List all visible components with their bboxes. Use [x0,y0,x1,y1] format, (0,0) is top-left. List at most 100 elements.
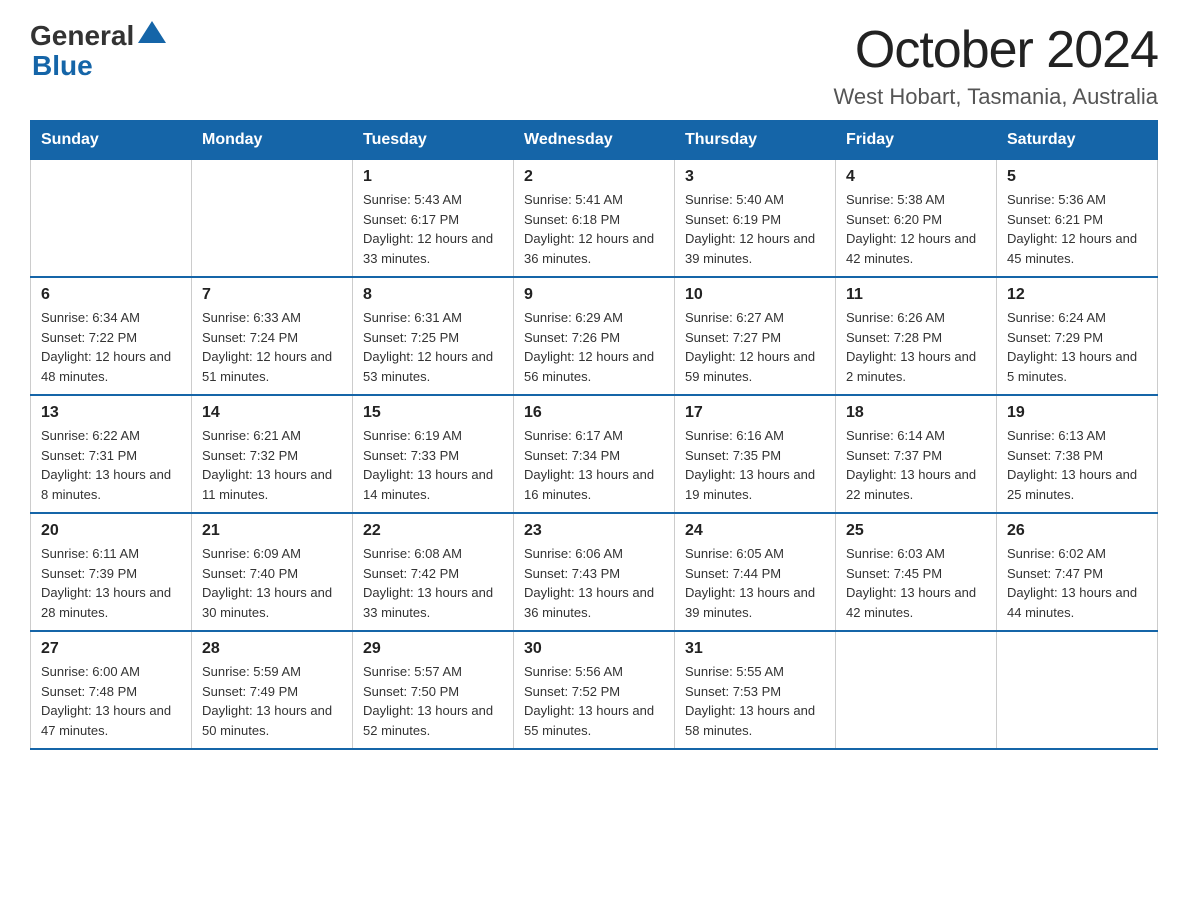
day-info: Sunrise: 6:05 AMSunset: 7:44 PMDaylight:… [685,544,825,622]
calendar-cell: 3Sunrise: 5:40 AMSunset: 6:19 PMDaylight… [675,160,836,278]
calendar-cell [997,631,1158,749]
day-number: 9 [524,286,664,304]
day-info: Sunrise: 5:59 AMSunset: 7:49 PMDaylight:… [202,662,342,740]
calendar-cell: 11 Sunrise: 6:26 AMSunset: 7:28 PMDayligh… [836,277,997,395]
day-info: Sunrise: 6:27 AMSunset: 7:27 PMDaylight:… [685,308,825,386]
day-info: Sunrise: 5:40 AMSunset: 6:19 PMDaylight:… [685,190,825,268]
calendar-cell: 22 Sunrise: 6:08 AMSunset: 7:42 PMDayligh… [353,513,514,631]
day-number: 31 [685,640,825,658]
calendar-cell: 17 Sunrise: 6:16 AMSunset: 7:35 PMDayligh… [675,395,836,513]
calendar-cell [836,631,997,749]
day-info: Sunrise: 6:06 AMSunset: 7:43 PMDaylight:… [524,544,664,622]
header-day-wednesday: Wednesday [514,121,675,160]
day-info: Sunrise: 6:19 AMSunset: 7:33 PMDaylight:… [363,426,503,504]
week-row-4: 20 Sunrise: 6:11 AMSunset: 7:39 PMDayligh… [31,513,1158,631]
day-info: Sunrise: 6:33 AMSunset: 7:24 PMDaylight:… [202,308,342,386]
week-row-3: 13 Sunrise: 6:22 AMSunset: 7:31 PMDayligh… [31,395,1158,513]
header-day-saturday: Saturday [997,121,1158,160]
calendar-cell: 31 Sunrise: 5:55 AMSunset: 7:53 PMDayligh… [675,631,836,749]
calendar-cell: 28 Sunrise: 5:59 AMSunset: 7:49 PMDayligh… [192,631,353,749]
calendar-cell: 8Sunrise: 6:31 AMSunset: 7:25 PMDaylight… [353,277,514,395]
header-day-thursday: Thursday [675,121,836,160]
header-day-sunday: Sunday [31,121,192,160]
day-number: 16 [524,404,664,422]
subtitle: West Hobart, Tasmania, Australia [834,84,1158,110]
day-info: Sunrise: 6:14 AMSunset: 7:37 PMDaylight:… [846,426,986,504]
day-info: Sunrise: 6:11 AMSunset: 7:39 PMDaylight:… [41,544,181,622]
day-number: 21 [202,522,342,540]
day-info: Sunrise: 5:55 AMSunset: 7:53 PMDaylight:… [685,662,825,740]
calendar-cell: 7 Sunrise: 6:33 AMSunset: 7:24 PMDaylight… [192,277,353,395]
calendar-cell: 9Sunrise: 6:29 AMSunset: 7:26 PMDaylight… [514,277,675,395]
calendar-cell: 25Sunrise: 6:03 AMSunset: 7:45 PMDayligh… [836,513,997,631]
day-number: 7 [202,286,342,304]
week-row-1: 1 Sunrise: 5:43 AMSunset: 6:17 PMDaylight… [31,160,1158,278]
day-number: 22 [363,522,503,540]
day-number: 30 [524,640,664,658]
day-info: Sunrise: 6:21 AMSunset: 7:32 PMDaylight:… [202,426,342,504]
header-day-monday: Monday [192,121,353,160]
day-info: Sunrise: 5:43 AMSunset: 6:17 PMDaylight:… [363,190,503,268]
calendar-cell: 15 Sunrise: 6:19 AMSunset: 7:33 PMDayligh… [353,395,514,513]
day-number: 19 [1007,404,1147,422]
day-number: 29 [363,640,503,658]
day-number: 10 [685,286,825,304]
calendar-body: 1 Sunrise: 5:43 AMSunset: 6:17 PMDaylight… [31,160,1158,750]
day-number: 13 [41,404,181,422]
day-info: Sunrise: 5:36 AMSunset: 6:21 PMDaylight:… [1007,190,1147,268]
day-info: Sunrise: 6:26 AMSunset: 7:28 PMDaylight:… [846,308,986,386]
day-info: Sunrise: 6:22 AMSunset: 7:31 PMDaylight:… [41,426,181,504]
main-title: October 2024 [834,20,1158,80]
calendar-cell: 24 Sunrise: 6:05 AMSunset: 7:44 PMDayligh… [675,513,836,631]
day-info: Sunrise: 6:08 AMSunset: 7:42 PMDaylight:… [363,544,503,622]
calendar-cell: 6Sunrise: 6:34 AMSunset: 7:22 PMDaylight… [31,277,192,395]
calendar-cell: 26 Sunrise: 6:02 AMSunset: 7:47 PMDayligh… [997,513,1158,631]
calendar-cell: 21 Sunrise: 6:09 AMSunset: 7:40 PMDayligh… [192,513,353,631]
calendar-cell: 10 Sunrise: 6:27 AMSunset: 7:27 PMDayligh… [675,277,836,395]
calendar-cell: 29 Sunrise: 5:57 AMSunset: 7:50 PMDayligh… [353,631,514,749]
day-info: Sunrise: 5:56 AMSunset: 7:52 PMDaylight:… [524,662,664,740]
day-number: 15 [363,404,503,422]
day-number: 5 [1007,168,1147,186]
header-day-friday: Friday [836,121,997,160]
day-info: Sunrise: 6:24 AMSunset: 7:29 PMDaylight:… [1007,308,1147,386]
day-info: Sunrise: 6:13 AMSunset: 7:38 PMDaylight:… [1007,426,1147,504]
day-info: Sunrise: 6:16 AMSunset: 7:35 PMDaylight:… [685,426,825,504]
calendar-cell: 20 Sunrise: 6:11 AMSunset: 7:39 PMDayligh… [31,513,192,631]
day-number: 1 [363,168,503,186]
day-number: 26 [1007,522,1147,540]
header-row: SundayMondayTuesdayWednesdayThursdayFrid… [31,121,1158,160]
calendar-cell: 27Sunrise: 6:00 AMSunset: 7:48 PMDayligh… [31,631,192,749]
day-number: 27 [41,640,181,658]
calendar-cell: 5 Sunrise: 5:36 AMSunset: 6:21 PMDaylight… [997,160,1158,278]
calendar-cell [192,160,353,278]
day-info: Sunrise: 6:17 AMSunset: 7:34 PMDaylight:… [524,426,664,504]
calendar-cell: 14Sunrise: 6:21 AMSunset: 7:32 PMDayligh… [192,395,353,513]
day-info: Sunrise: 5:57 AMSunset: 7:50 PMDaylight:… [363,662,503,740]
day-number: 17 [685,404,825,422]
day-info: Sunrise: 5:38 AMSunset: 6:20 PMDaylight:… [846,190,986,268]
day-info: Sunrise: 6:03 AMSunset: 7:45 PMDaylight:… [846,544,986,622]
calendar-cell: 13 Sunrise: 6:22 AMSunset: 7:31 PMDayligh… [31,395,192,513]
calendar-cell [31,160,192,278]
day-number: 20 [41,522,181,540]
calendar-cell: 19 Sunrise: 6:13 AMSunset: 7:38 PMDayligh… [997,395,1158,513]
day-number: 24 [685,522,825,540]
calendar-cell: 12Sunrise: 6:24 AMSunset: 7:29 PMDayligh… [997,277,1158,395]
calendar-cell: 23Sunrise: 6:06 AMSunset: 7:43 PMDayligh… [514,513,675,631]
day-info: Sunrise: 5:41 AMSunset: 6:18 PMDaylight:… [524,190,664,268]
day-number: 11 [846,286,986,304]
day-info: Sunrise: 6:02 AMSunset: 7:47 PMDaylight:… [1007,544,1147,622]
day-info: Sunrise: 6:09 AMSunset: 7:40 PMDaylight:… [202,544,342,622]
calendar-table: SundayMondayTuesdayWednesdayThursdayFrid… [30,120,1158,750]
header-day-tuesday: Tuesday [353,121,514,160]
day-number: 28 [202,640,342,658]
calendar-cell: 18Sunrise: 6:14 AMSunset: 7:37 PMDayligh… [836,395,997,513]
week-row-2: 6Sunrise: 6:34 AMSunset: 7:22 PMDaylight… [31,277,1158,395]
logo-triangle-icon [138,21,166,43]
day-number: 8 [363,286,503,304]
day-number: 6 [41,286,181,304]
calendar-cell: 1 Sunrise: 5:43 AMSunset: 6:17 PMDaylight… [353,160,514,278]
logo-blue-text: Blue [32,52,93,80]
calendar-cell: 2Sunrise: 5:41 AMSunset: 6:18 PMDaylight… [514,160,675,278]
